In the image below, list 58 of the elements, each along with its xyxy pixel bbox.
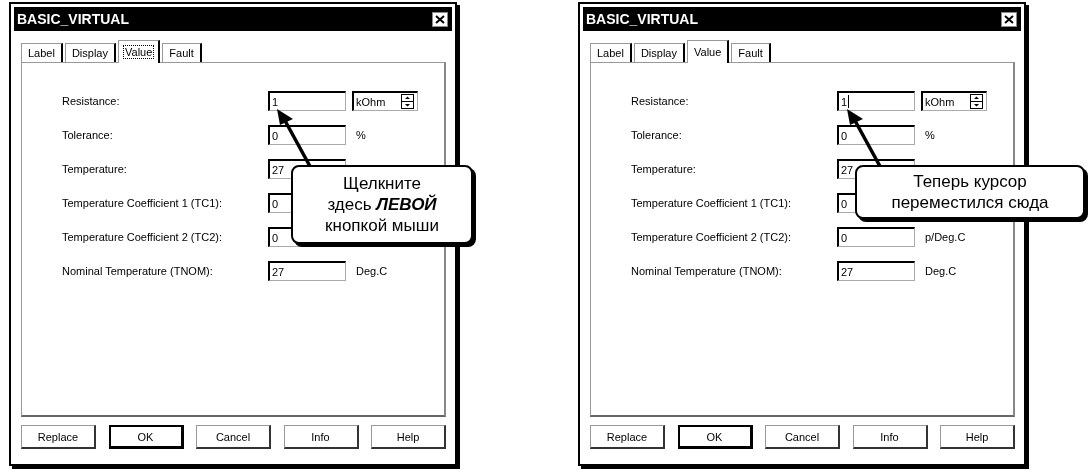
dialog-button[interactable]: Info xyxy=(852,425,928,449)
input-field[interactable]: 27 xyxy=(268,261,346,281)
tab[interactable]: Value xyxy=(118,40,161,63)
callout-text: здесь ЛЕВОЙ xyxy=(326,194,438,215)
tab[interactable]: Fault xyxy=(162,43,202,62)
unit-label: p/Deg.C xyxy=(925,231,966,243)
unit-label: % xyxy=(925,129,935,141)
dialog-button[interactable]: Cancel xyxy=(765,425,840,449)
callout-text: кнопкой мыши xyxy=(324,215,440,236)
field-label: Resistance: xyxy=(62,95,121,107)
callout-text: переместился сюда xyxy=(890,192,1050,213)
field-label: Temperature Coefficient 2 (TC2): xyxy=(62,231,223,243)
close-icon xyxy=(1004,14,1014,24)
spin-arrows-icon[interactable] xyxy=(401,94,414,109)
callout-text: Теперь курсор xyxy=(912,171,1028,192)
dialog-button[interactable]: OK xyxy=(677,425,753,449)
field-label: Temperature Coefficient 2 (TC2): xyxy=(631,231,792,243)
input-field[interactable]: 1 xyxy=(837,91,915,111)
text-cursor xyxy=(848,95,850,108)
dialog-button[interactable]: Replace xyxy=(21,425,96,449)
field-label: Temperature: xyxy=(62,163,128,175)
tab[interactable]: Display xyxy=(633,43,685,62)
tab[interactable]: Display xyxy=(64,43,116,62)
field-label: Nominal Temperature (TNOM): xyxy=(631,265,783,277)
tab[interactable]: Label xyxy=(21,43,63,62)
field-label: Tolerance: xyxy=(62,129,114,141)
input-field[interactable]: 0 xyxy=(268,125,346,145)
close-button[interactable] xyxy=(1001,11,1017,27)
spin-arrows-icon[interactable] xyxy=(970,94,983,109)
input-field[interactable]: 1 xyxy=(268,91,346,111)
dialog-button[interactable]: Help xyxy=(371,425,446,449)
window-title: BASIC_VIRTUAL xyxy=(586,11,698,27)
close-button[interactable] xyxy=(432,11,448,27)
dialog-button[interactable]: OK xyxy=(108,425,184,449)
field-label: Nominal Temperature (TNOM): xyxy=(62,265,214,277)
unit-label: Deg.C xyxy=(925,265,957,277)
unit-label: % xyxy=(356,129,366,141)
input-field[interactable]: 0 xyxy=(837,125,915,145)
field-label: Temperature: xyxy=(631,163,697,175)
dialog-button[interactable]: Cancel xyxy=(196,425,271,449)
field-label: Temperature Coefficient 1 (TC1): xyxy=(62,197,223,209)
field-label: Temperature Coefficient 1 (TC1): xyxy=(631,197,792,209)
input-field[interactable]: 0 xyxy=(837,227,915,247)
field-label: Tolerance: xyxy=(631,129,683,141)
callout-text: Щелкните xyxy=(341,173,423,194)
close-icon xyxy=(435,14,445,24)
unit-spinner[interactable]: kOhm xyxy=(921,91,987,111)
unit-spinner[interactable]: kOhm xyxy=(352,91,418,111)
dialog-button[interactable]: Replace xyxy=(590,425,665,449)
dialog-button[interactable]: Help xyxy=(940,425,1015,449)
tab[interactable]: Value xyxy=(687,40,730,63)
tab[interactable]: Fault xyxy=(731,43,771,62)
window-title: BASIC_VIRTUAL xyxy=(17,11,129,27)
unit-label: Deg.C xyxy=(356,265,388,277)
dialog-button[interactable]: Info xyxy=(283,425,359,449)
tab[interactable]: Label xyxy=(590,43,632,62)
input-field[interactable]: 27 xyxy=(837,261,915,281)
field-label: Resistance: xyxy=(631,95,690,107)
